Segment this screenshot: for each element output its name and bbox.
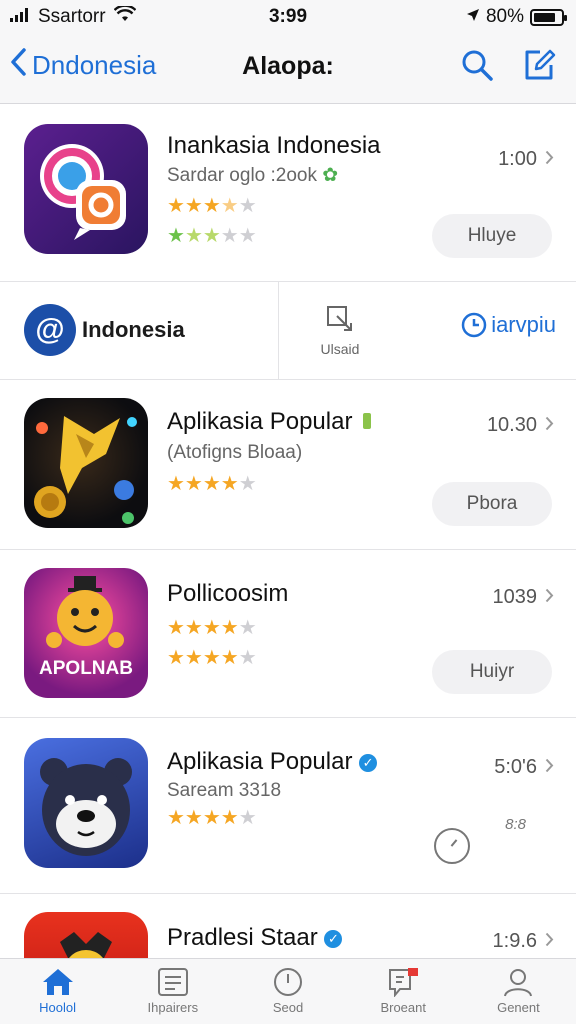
app-icon: [24, 124, 148, 254]
app-time: 10.30: [487, 414, 554, 437]
app-time: 1:00: [498, 148, 554, 171]
list-item[interactable]: Pradlesi Staar ✓ 1:9.6: [0, 894, 576, 958]
home-icon: [42, 969, 73, 995]
chevron-left-icon: [10, 48, 26, 83]
edit-shortcut-label: Ulsaid: [320, 341, 360, 357]
edit-shortcut[interactable]: Ulsaid: [300, 304, 380, 357]
list-item[interactable]: Aplikasia Popular ✓ Saream 3318 ★★★★★ 5:…: [0, 718, 576, 894]
verified-icon: ✓: [359, 754, 378, 772]
app-name: Pollicoosim: [167, 580, 289, 607]
compose-button[interactable]: [522, 48, 556, 82]
get-button[interactable]: Pbora: [432, 482, 552, 526]
rating-stars: ★★★★★: [167, 807, 257, 829]
app-time-text: 1039: [492, 586, 538, 608]
compose-icon: [525, 49, 556, 80]
app-name-text: Aplikasia Popular: [167, 408, 353, 435]
brand-link[interactable]: @ Indonesia: [24, 304, 185, 356]
download-tag: 8:8: [505, 816, 526, 833]
tab-label: Broeant: [380, 1000, 426, 1015]
list-item[interactable]: Inankasia Indonesia Sardar oglo :2ook ✿ …: [0, 104, 576, 282]
app-subtitle: (Atofigns Bloaa): [167, 442, 303, 463]
chevron-right-icon: [545, 586, 554, 609]
app-name-text: Aplikasia Popular: [167, 748, 353, 775]
search-icon: [462, 50, 493, 81]
tab-list[interactable]: Ihpairers: [115, 959, 230, 1024]
tab-home[interactable]: Hoolol: [0, 959, 115, 1024]
chevron-right-icon: [545, 756, 554, 779]
app-time-text: 10.30: [486, 414, 537, 436]
clock-icon: [461, 312, 487, 338]
chevron-right-icon: [545, 930, 554, 953]
tab-bar: Hoolol Ihpairers Seod Broeant Genent: [0, 958, 576, 1024]
app-icon: [24, 738, 148, 868]
app-icon-label: APOLNAB: [39, 658, 133, 679]
feature-action-label: iarvpiu: [491, 312, 556, 337]
get-button[interactable]: Huiyr: [432, 650, 552, 694]
tab-label: Seod: [272, 1000, 304, 1015]
chevron-right-icon: [545, 414, 554, 437]
nav-actions: [460, 48, 556, 82]
app-time: 5:0'6: [494, 756, 554, 779]
download-progress-button[interactable]: [434, 828, 470, 864]
tab-profile[interactable]: Genent: [461, 959, 576, 1024]
status-bar: Ssartorr 3:99 80%: [0, 0, 576, 34]
app-name: Aplikasia Popular ✓: [167, 748, 378, 776]
tab-label: Hoolol: [39, 1000, 77, 1015]
app-name-text: Pradlesi Staar: [167, 924, 318, 951]
rating-stars: ★★★★★: [167, 617, 257, 639]
battery-fill: [534, 12, 555, 22]
tab-clock[interactable]: Seod: [230, 959, 345, 1024]
tab-label: Ihpairers: [147, 1000, 199, 1015]
app-subtitle: Saream 3318: [167, 780, 282, 801]
battery-percent: 80%: [485, 6, 524, 27]
app-subtitle: Sardar oglo :2ook ✿: [167, 164, 338, 187]
tab-label: Genent: [497, 1000, 540, 1015]
battery-icon: [530, 8, 567, 26]
battery-tag-icon: [363, 413, 372, 429]
get-button[interactable]: Hluye: [432, 214, 552, 258]
list-icon: [157, 968, 188, 996]
edit-box-icon: [327, 306, 352, 331]
rating-stars: ★★★★★: [167, 473, 257, 495]
clock-icon: [274, 968, 302, 996]
rating-stars: ★★★★★: [167, 195, 257, 217]
rating-stars-secondary: ★★★★★: [167, 225, 257, 247]
app-name: Aplikasia Popular: [167, 408, 372, 436]
app-name: Inankasia Indonesia: [167, 132, 381, 159]
app-time-text: 5:0'6: [494, 756, 537, 778]
list-item[interactable]: Aplikasia Popular (Atofigns Bloaa) ★★★★★…: [0, 380, 576, 550]
app-time-text: 1:00: [498, 148, 537, 170]
featured-strip: @ Indonesia Ulsaid iarvpiu: [0, 282, 576, 380]
brand-logo-icon: @: [24, 304, 76, 356]
navigation-bar: Dndonesia Alaopa:: [0, 34, 576, 104]
location-arrow-icon: [466, 6, 480, 28]
app-name: Pradlesi Staar ✓: [167, 924, 343, 952]
verified-icon: ✓: [324, 930, 343, 948]
search-button[interactable]: [460, 48, 494, 82]
app-time: 1039: [493, 586, 555, 609]
status-right: 80%: [466, 6, 567, 28]
app-time: 1:9.6: [493, 930, 554, 953]
list-item[interactable]: APOLNAB Pollicoosim ★★★★★ ★★★★★ 1039 Hui…: [0, 550, 576, 718]
rating-stars-secondary: ★★★★★: [167, 647, 257, 669]
person-icon: [504, 969, 533, 997]
app-time-text: 1:9.6: [492, 930, 537, 952]
flag-icon: [389, 968, 419, 997]
app-icon: [24, 398, 148, 528]
brand-name: Indonesia: [82, 317, 185, 342]
app-subtitle-text: Sardar oglo :2ook: [167, 165, 317, 186]
feature-action[interactable]: iarvpiu: [461, 312, 556, 338]
tab-flag[interactable]: Broeant: [346, 959, 461, 1024]
app-icon: APOLNAB: [24, 568, 148, 698]
chevron-right-icon: [545, 148, 554, 171]
leaf-icon: ✿: [322, 165, 339, 186]
divider: [278, 282, 279, 380]
app-icon: [24, 912, 148, 958]
back-label: Dndonesia: [32, 50, 157, 80]
back-button[interactable]: Dndonesia: [10, 48, 156, 83]
